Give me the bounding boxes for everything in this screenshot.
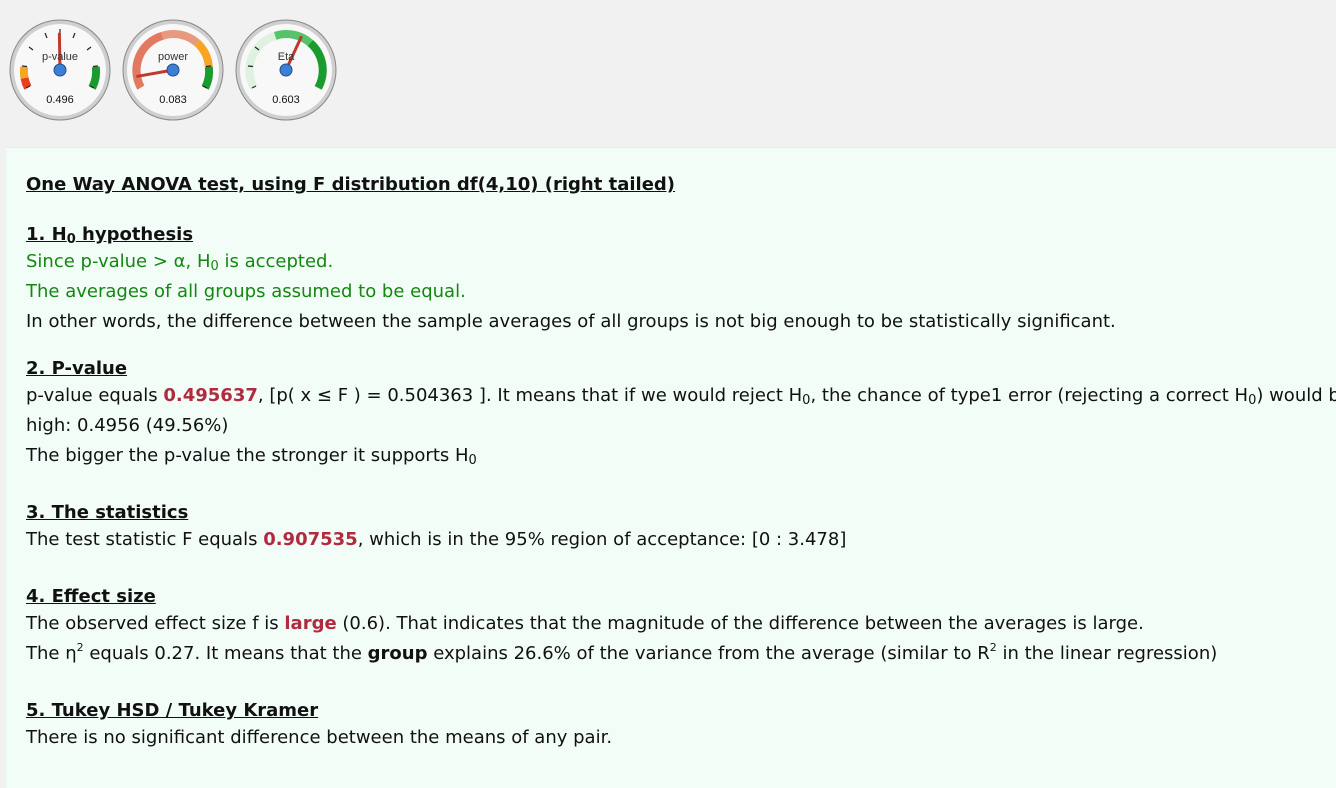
gauge-value: 0.083 xyxy=(159,94,187,106)
gauge-value: 0.496 xyxy=(46,94,74,106)
pvalue-gauge-dial xyxy=(9,19,111,121)
hypothesis-conclusion: Since p-value > α, H0 is accepted. xyxy=(26,251,334,274)
pvalue-number: 0.495637 xyxy=(163,385,258,406)
hypothesis-averages: The averages of all groups assumed to be… xyxy=(26,281,466,302)
section-heading-tukey: 5. Tukey HSD / Tukey Kramer xyxy=(26,700,319,721)
gauge-label: Eta xyxy=(277,51,295,63)
power-gauge: power 0.083 xyxy=(121,18,225,122)
results-panel: One Way ANOVA test, using F distribution… xyxy=(6,147,1336,788)
gauge-label: power xyxy=(158,51,188,63)
section-heading-hypothesis: 1. H0 hypothesis xyxy=(26,224,194,247)
eta-squared-text: The η2 equals 0.27. It means that the gr… xyxy=(26,641,1218,664)
section-heading-pvalue: 2. P-value xyxy=(26,358,128,379)
f-statistic: 0.907535 xyxy=(263,529,358,550)
group-term: group xyxy=(367,643,428,664)
hypothesis-explanation: In other words, the difference between t… xyxy=(26,311,1116,332)
pvalue-gauge: p-value 0.496 xyxy=(8,18,112,122)
section-heading-effect-size: 4. Effect size xyxy=(26,586,156,607)
results-content: One Way ANOVA test, using F distribution… xyxy=(26,173,1336,753)
gauge-value: 0.603 xyxy=(272,94,300,106)
section-heading-statistics: 3. The statistics xyxy=(26,502,189,523)
page-title: One Way ANOVA test, using F distribution… xyxy=(26,174,676,195)
pvalue-support: The bigger the p-value the stronger it s… xyxy=(26,445,477,468)
pvalue-text: p-value equals 0.495637, [p( x ≤ F ) = 0… xyxy=(26,385,1336,408)
effect-size-label: large xyxy=(284,613,337,634)
eta-gauge: Eta 0.603 xyxy=(234,18,338,122)
pvalue-text-cont: high: 0.4956 (49.56%) xyxy=(26,415,229,436)
gauge-label: p-value xyxy=(41,51,79,63)
tukey-text: There is no significant difference betwe… xyxy=(26,727,613,748)
power-gauge-dial xyxy=(122,19,224,121)
statistics-text: The test statistic F equals 0.907535, wh… xyxy=(26,529,847,550)
eta-gauge-dial xyxy=(235,19,337,121)
effect-size-text: The observed effect size f is large (0.6… xyxy=(26,613,1144,634)
